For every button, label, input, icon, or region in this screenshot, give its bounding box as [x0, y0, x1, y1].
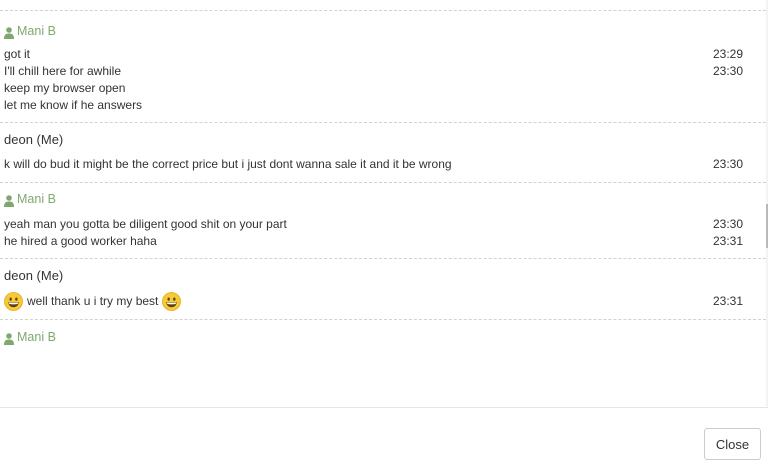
message-time: 23:31 — [712, 234, 743, 248]
message-line: keep my browser open — [0, 80, 766, 97]
message-text: keep my browser open — [4, 81, 126, 95]
grinning-face-emoji-icon — [162, 291, 182, 311]
grinning-face-emoji-icon — [4, 291, 23, 311]
user-icon — [4, 27, 14, 39]
sender-name: deon (Me) — [0, 259, 766, 283]
message-text: he hired a good worker haha — [4, 234, 157, 248]
message-line: got it 23:29 — [0, 46, 766, 63]
sender-name: deon (Me) — [0, 123, 766, 147]
sender-label: Mani B — [17, 330, 56, 344]
sender-label: deon (Me) — [4, 132, 64, 147]
sender-name: Mani B — [0, 11, 766, 39]
sender-label: Mani B — [17, 192, 56, 206]
message-line: yeah man you gotta be diligent good shit… — [0, 216, 766, 233]
message-text: yeah man you gotta be diligent good shit… — [4, 217, 287, 231]
user-icon — [4, 333, 14, 345]
message-line: I'll chill here for awhile 23:30 — [0, 63, 766, 80]
message-line: well thank u i try my best 23:31 — [0, 289, 766, 313]
message-text: let me know if he answers — [4, 98, 143, 112]
message-text: k will do bud it might be the correct pr… — [4, 157, 452, 171]
sender-label: Mani B — [17, 24, 56, 38]
message-group: got it 23:29 I'll chill here for awhile 23… — [0, 38, 766, 122]
sender-name: Mani B — [0, 183, 766, 207]
message-text: well thank u i try my best — [27, 294, 159, 308]
close-button[interactable]: Close — [704, 428, 761, 460]
sender-name: Mani B — [0, 320, 766, 345]
message-text: got it — [4, 47, 31, 61]
sender-label: deon (Me) — [4, 268, 64, 283]
user-icon — [4, 195, 14, 207]
message-group: yeah man you gotta be diligent good shit… — [0, 206, 766, 258]
message-group: k will do bud it might be the correct pr… — [0, 147, 766, 182]
message-line: let me know if he answers — [0, 97, 766, 114]
dialog-footer: Close — [0, 407, 768, 466]
message-time: 23:30 — [712, 64, 743, 78]
message-group: well thank u i try my best 23:31 — [0, 283, 766, 319]
message-content: well thank u i try my best — [4, 289, 182, 313]
top-spacer — [0, 0, 766, 10]
message-text: I'll chill here for awhile — [4, 64, 122, 78]
chat-history[interactable]: Mani B got it 23:29 I'll chill here for a… — [0, 0, 766, 407]
message-time: 23:29 — [712, 47, 743, 61]
message-time: 23:30 — [712, 217, 743, 231]
message-time: 23:31 — [712, 294, 743, 308]
message-time: 23:30 — [712, 157, 743, 171]
message-line: he hired a good worker haha 23:31 — [0, 233, 766, 250]
message-line: k will do bud it might be the correct pr… — [0, 156, 766, 173]
